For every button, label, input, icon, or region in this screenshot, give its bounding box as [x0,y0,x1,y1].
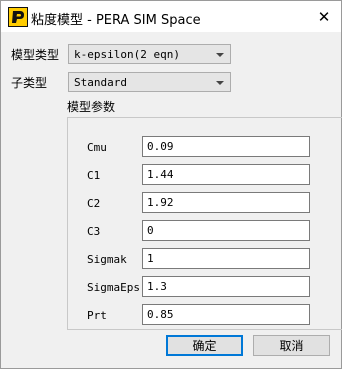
sub-type-select[interactable]: Standard [68,72,231,92]
chevron-down-icon [216,53,224,57]
title-bar: 粘度模型 - PERA SIM Space ✕ [1,1,341,32]
param-input-sigmak[interactable]: 1 [142,248,310,269]
param-input-c1[interactable]: 1.44 [142,164,310,185]
model-type-label: 模型类型 [11,48,60,62]
chevron-down-icon [216,81,224,85]
param-input-prt[interactable]: 0.85 [142,304,310,325]
close-button[interactable]: ✕ [307,1,341,32]
sub-type-value: Standard [74,76,127,89]
param-label-c2: C2 [87,197,101,210]
param-label-cmu: Cmu [87,141,107,154]
param-input-cmu[interactable]: 0.09 [142,136,310,157]
sub-type-label: 子类型 [11,76,48,90]
window-title: 粘度模型 - PERA SIM Space [31,13,201,28]
ok-button[interactable]: 确定 [166,335,243,356]
param-label-c1: C1 [87,169,101,182]
param-label-sigmaeps: SigmaEps [87,281,140,294]
param-input-sigmaeps[interactable]: 1.3 [142,276,310,297]
param-label-sigmak: Sigmak [87,253,127,266]
param-input-c3[interactable]: 0 [142,220,310,241]
param-label-c3: C3 [87,225,101,238]
param-label-prt: Prt [87,309,107,322]
params-group-label: 模型参数 [67,100,116,114]
model-type-value: k-epsilon(2 eqn) [74,48,180,61]
cancel-button[interactable]: 取消 [253,335,330,356]
model-type-select[interactable]: k-epsilon(2 eqn) [68,44,231,64]
param-input-c2[interactable]: 1.92 [142,192,310,213]
app-logo-icon [8,7,28,27]
